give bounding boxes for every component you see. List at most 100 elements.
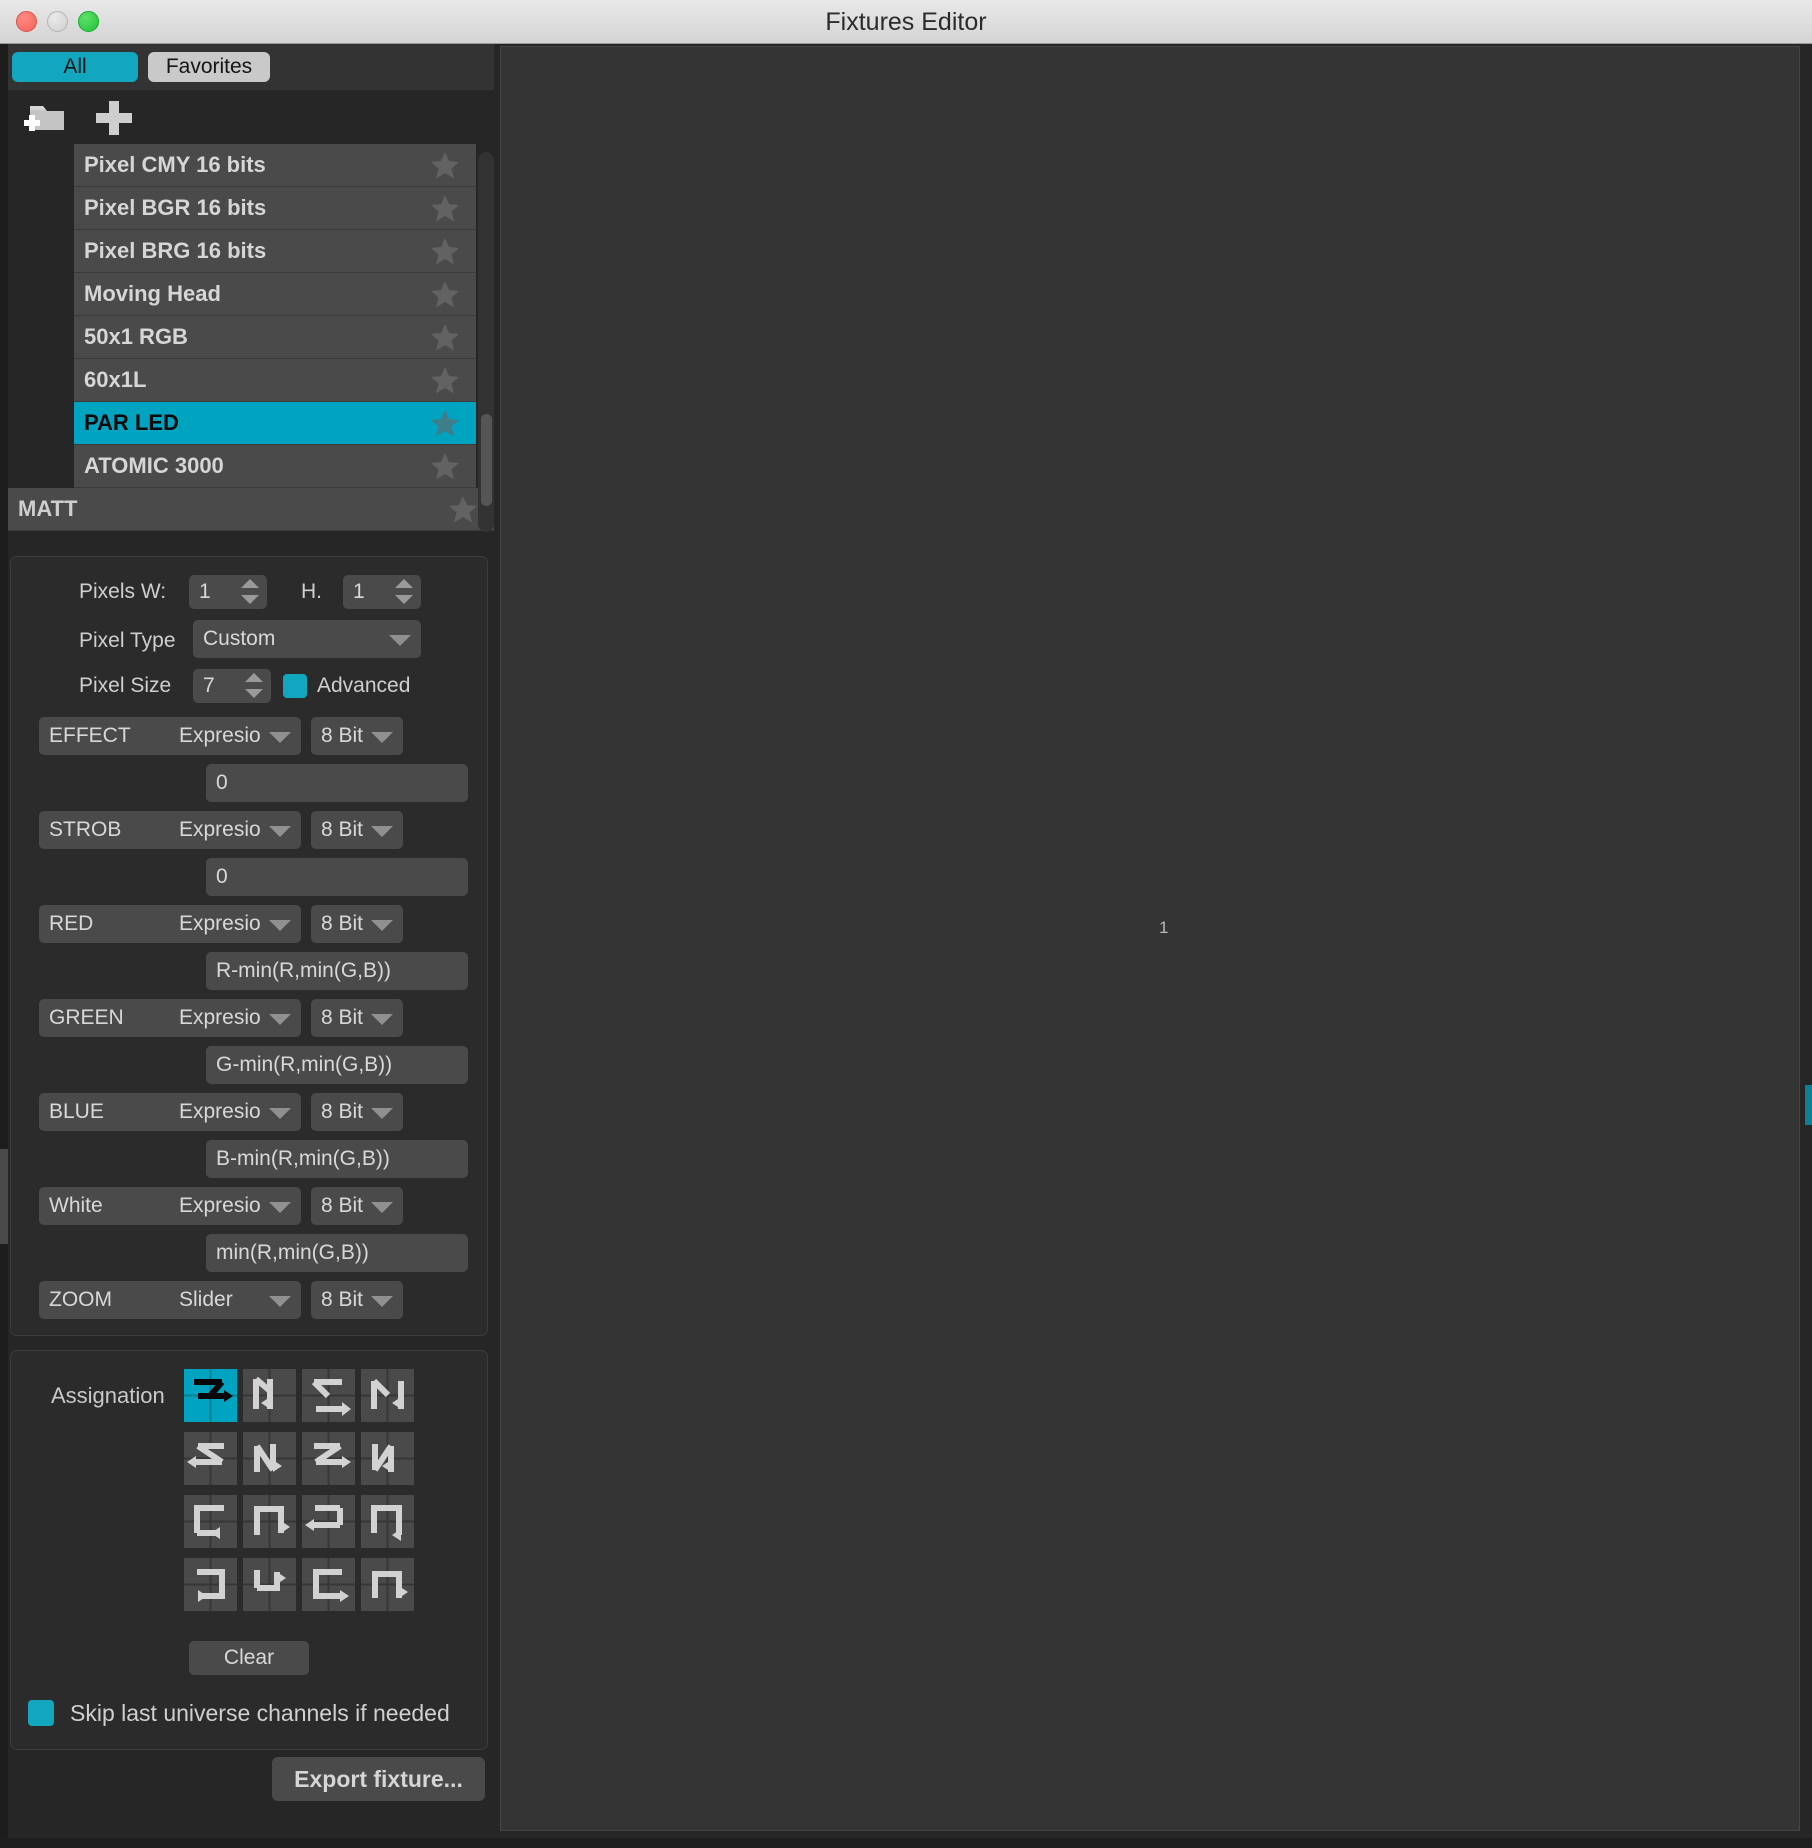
channel-expression-field[interactable]: min(R,min(G,B)) (206, 1234, 468, 1272)
channel-mode-value: Expresio (179, 1006, 261, 1029)
assignation-pattern-spiral-left-in[interactable] (302, 1495, 355, 1548)
channel-name-field[interactable]: GREEN (39, 999, 179, 1037)
channel-mode-select[interactable]: Expresio (169, 1187, 301, 1225)
assignation-pattern-zigzag-up-right[interactable] (361, 1369, 414, 1422)
stepper-arrows-icon[interactable] (241, 579, 259, 605)
assignation-pattern-zigzag-left-up[interactable] (302, 1432, 355, 1485)
panel-resize-grip[interactable] (0, 1149, 8, 1244)
assignation-pattern-spiral-right-in[interactable] (184, 1495, 237, 1548)
channel-expression-field[interactable]: B-min(R,min(G,B)) (206, 1140, 468, 1178)
star-icon[interactable] (430, 150, 460, 180)
plus-icon[interactable] (92, 98, 136, 138)
panel-resize-handle[interactable] (0, 44, 8, 1848)
channel-bits-select[interactable]: 8 Bit (311, 905, 403, 943)
channel-mode-select[interactable]: Expresio (169, 811, 301, 849)
assignation-pattern-zigzag-down-left[interactable] (243, 1432, 296, 1485)
fixture-list-item[interactable]: 50x1 RGB (74, 316, 476, 359)
channel-name-field[interactable]: RED (39, 905, 179, 943)
assignation-pattern-zigzag-up-left[interactable] (361, 1432, 414, 1485)
channel-expression-value: B-min(R,min(G,B)) (216, 1147, 390, 1170)
export-fixture-button[interactable]: Export fixture... (272, 1757, 485, 1801)
chevron-down-icon (269, 732, 291, 743)
star-icon[interactable] (430, 322, 460, 352)
assignation-pattern-spiral-down-out[interactable] (243, 1558, 296, 1611)
chevron-down-icon (371, 732, 393, 743)
channel-expression-field[interactable]: R-min(R,min(G,B)) (206, 952, 468, 990)
channel-expression-value: G-min(R,min(G,B)) (216, 1053, 393, 1076)
channel-expression-value: 0 (216, 771, 228, 794)
fixture-list-item[interactable]: ATOMIC 3000 (74, 445, 476, 488)
fixture-list-scroll-thumb[interactable] (481, 414, 492, 506)
channel-bits-select[interactable]: 8 Bit (311, 999, 403, 1037)
new-folder-icon[interactable] (20, 100, 68, 136)
fixture-list-item-label: Moving Head (84, 281, 221, 306)
chevron-down-icon (371, 1108, 393, 1119)
channel-bits-select[interactable]: 8 Bit (311, 1281, 403, 1319)
channel-bits-select[interactable]: 8 Bit (311, 1093, 403, 1131)
fixture-list-item[interactable]: Pixel BGR 16 bits (74, 187, 476, 230)
assignation-pattern-zigzag-down-right[interactable] (243, 1369, 296, 1422)
pixels-h-stepper[interactable]: 1 (343, 575, 421, 609)
assignation-pattern-spiral-up-out[interactable] (361, 1558, 414, 1611)
chevron-down-icon (269, 1202, 291, 1213)
skip-universe-checkbox[interactable] (28, 1700, 54, 1726)
channel-name-value: STROB (49, 818, 122, 841)
stepper-arrows-icon[interactable] (395, 579, 413, 605)
fixture-list-item-label: Pixel BGR 16 bits (84, 195, 267, 220)
fixture-list-item[interactable]: 60x1L (74, 359, 476, 402)
star-icon[interactable] (430, 365, 460, 395)
pixels-w-stepper[interactable]: 1 (189, 575, 267, 609)
chevron-down-icon (269, 826, 291, 837)
fixture-list[interactable]: Pixel CMY 16 bits Pixel BGR 16 bits Pixel … (8, 144, 494, 536)
channel-bits-select[interactable]: 8 Bit (311, 717, 403, 755)
star-icon[interactable] (430, 236, 460, 266)
star-icon[interactable] (430, 408, 460, 438)
channel-bits-select[interactable]: 8 Bit (311, 1187, 403, 1225)
tab-favorites[interactable]: Favorites (148, 52, 270, 82)
channel-expression-field[interactable]: G-min(R,min(G,B)) (206, 1046, 468, 1084)
assignation-pattern-zigzag-right-down[interactable] (184, 1369, 237, 1422)
chevron-down-icon (269, 1108, 291, 1119)
pixels-w-label: Pixels W: (79, 580, 167, 603)
clear-button[interactable]: Clear (189, 1641, 309, 1675)
pixel-type-select[interactable]: Custom (193, 620, 421, 658)
assignation-pattern-zigzag-left-down[interactable] (184, 1432, 237, 1485)
fixture-list-item[interactable]: Pixel CMY 16 bits (74, 144, 476, 187)
channel-mode-select[interactable]: Expresio (169, 999, 301, 1037)
fixture-preview-canvas[interactable]: 1 (500, 46, 1800, 1831)
fixture-list-item[interactable]: Moving Head (74, 273, 476, 316)
stepper-arrows-icon[interactable] (245, 673, 263, 699)
star-icon[interactable] (430, 279, 460, 309)
channel-mode-select[interactable]: Expresio (169, 1093, 301, 1131)
channel-name-field[interactable]: STROB (39, 811, 179, 849)
assignation-pattern-spiral-down-in[interactable] (361, 1495, 414, 1548)
channel-name-value: BLUE (49, 1100, 104, 1123)
channel-expression-field[interactable]: 0 (206, 858, 468, 896)
tab-all[interactable]: All (12, 52, 138, 82)
channel-name-field[interactable]: White (39, 1187, 179, 1225)
assignation-pattern-spiral-left-out[interactable] (184, 1558, 237, 1611)
fixture-group-row[interactable]: MATT (8, 488, 494, 531)
channel-name-field[interactable]: EFFECT (39, 717, 179, 755)
channel-name-value: ZOOM (49, 1288, 112, 1311)
assignation-pattern-grid[interactable] (184, 1369, 420, 1611)
star-icon[interactable] (430, 451, 460, 481)
channel-bits-value: 8 Bit (321, 724, 364, 747)
channel-name-value: White (49, 1194, 103, 1217)
channel-mode-select[interactable]: Expresio (169, 905, 301, 943)
advanced-checkbox[interactable] (283, 674, 307, 698)
star-icon[interactable] (448, 494, 478, 524)
fixture-list-item[interactable]: Pixel BRG 16 bits (74, 230, 476, 273)
channel-name-field[interactable]: ZOOM (39, 1281, 179, 1319)
channel-bits-select[interactable]: 8 Bit (311, 811, 403, 849)
channel-mode-select[interactable]: Slider (169, 1281, 301, 1319)
assignation-pattern-spiral-right-out[interactable] (302, 1558, 355, 1611)
fixture-list-item[interactable]: PAR LED (74, 402, 476, 445)
assignation-pattern-zigzag-right-up[interactable] (302, 1369, 355, 1422)
channel-mode-select[interactable]: Expresio (169, 717, 301, 755)
channel-expression-field[interactable]: 0 (206, 764, 468, 802)
pixel-size-stepper[interactable]: 7 (193, 669, 271, 703)
channel-name-field[interactable]: BLUE (39, 1093, 179, 1131)
assignation-pattern-spiral-up-in[interactable] (243, 1495, 296, 1548)
star-icon[interactable] (430, 193, 460, 223)
